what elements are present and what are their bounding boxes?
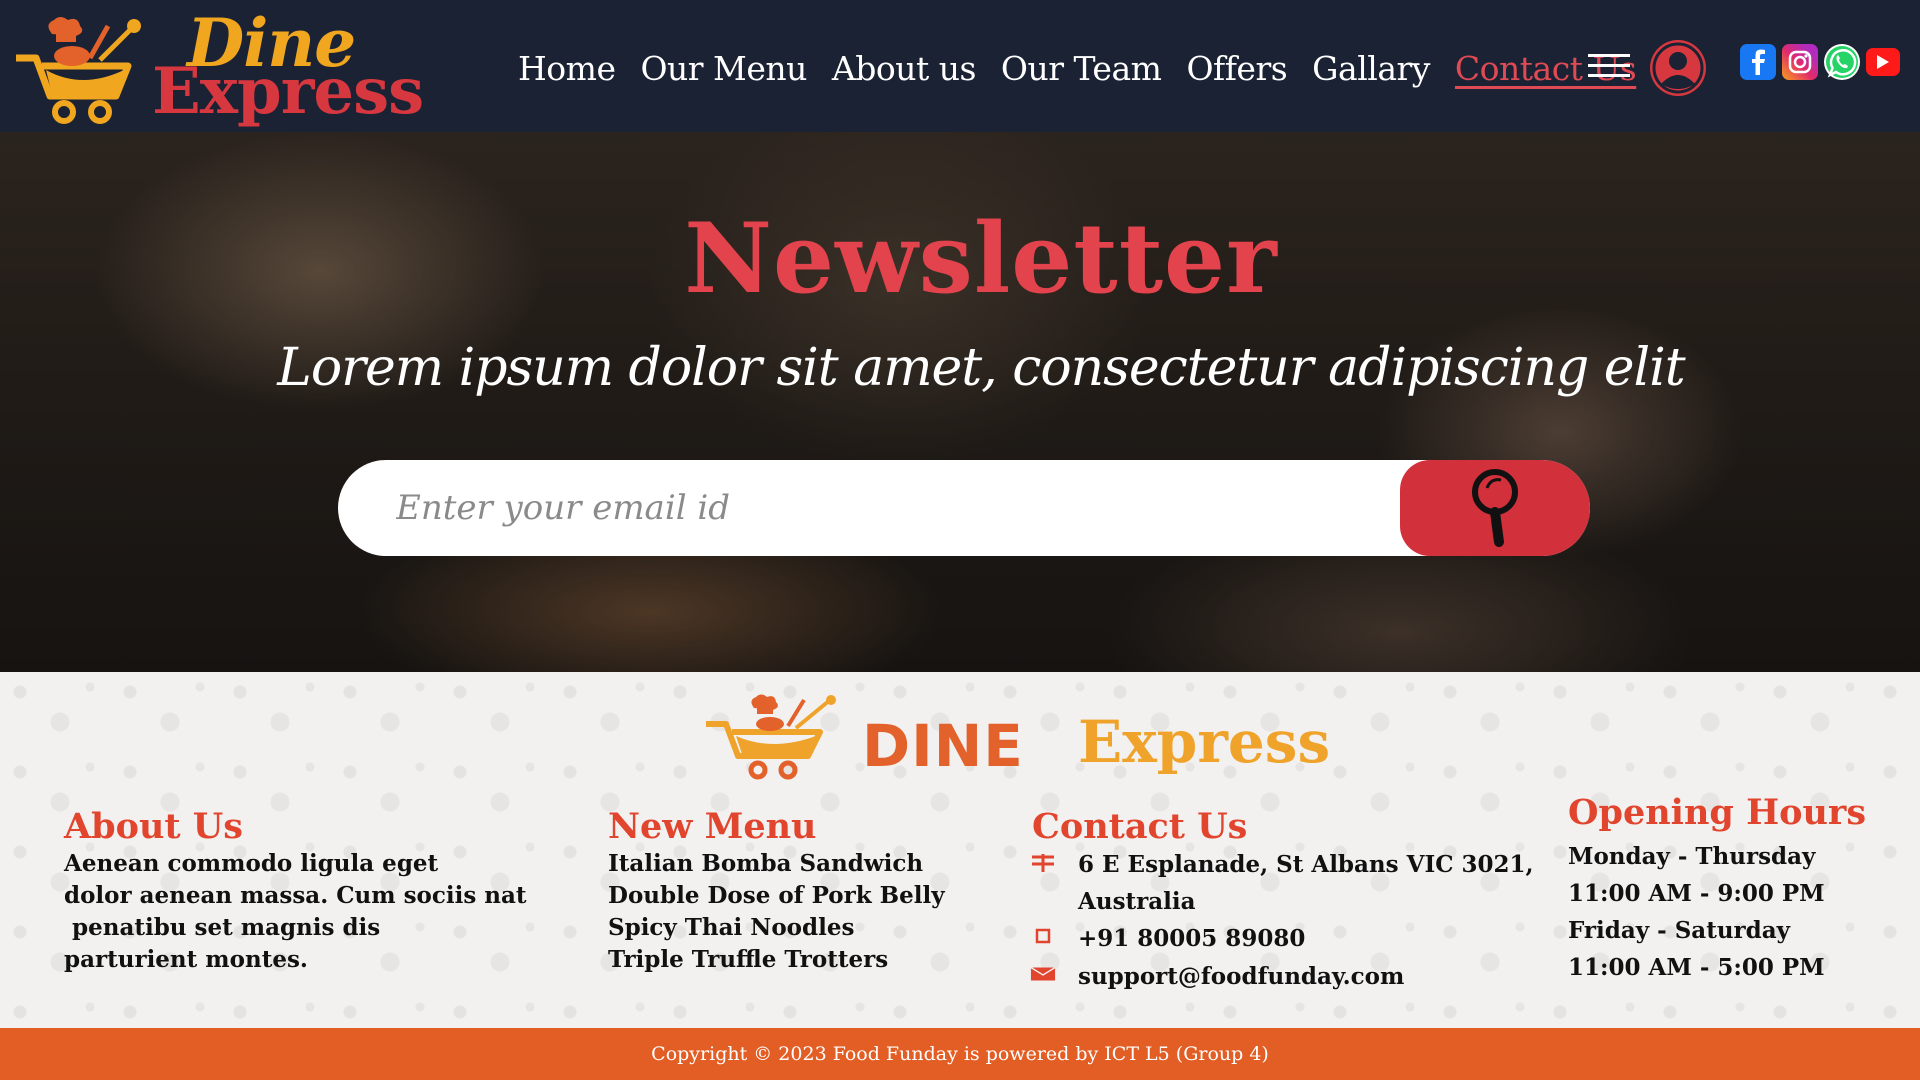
opening-hours-list: Monday - Thursday 11:00 AM - 9:00 PM Fri… xyxy=(1568,838,1825,986)
footer-logo-express: Express xyxy=(1078,708,1331,776)
footer-logo-dine: DINE xyxy=(862,712,1024,780)
about-line: penatibu set magnis dis xyxy=(64,914,381,941)
nav-our-team[interactable]: Our Team xyxy=(1001,49,1162,88)
nav-home[interactable]: Home xyxy=(518,49,616,88)
new-menu-list: Italian Bomba Sandwich Double Dose of Po… xyxy=(608,848,988,976)
address-line-2: Australia xyxy=(1078,888,1196,915)
contact-phone[interactable]: +91 80005 89080 xyxy=(1030,920,1305,957)
nav-about-us[interactable]: About us xyxy=(832,49,977,88)
site-header: Dine Express Home Our Menu About us Our … xyxy=(0,0,1920,132)
contact-address: 6 E Esplanade, St Albans VIC 3021, Austr… xyxy=(1030,846,1534,920)
phone-number: +91 80005 89080 xyxy=(1078,925,1306,952)
facebook-icon[interactable] xyxy=(1740,44,1776,80)
chef-cart-logo-icon xyxy=(706,694,836,780)
subscribe-button[interactable] xyxy=(1400,460,1590,556)
newsletter-form xyxy=(338,460,1590,556)
new-menu-heading: New Menu xyxy=(608,806,817,847)
address-line-1: 6 E Esplanade, St Albans VIC 3021, xyxy=(1078,851,1534,878)
mail-icon xyxy=(1030,963,1056,985)
opening-hours-heading: Opening Hours xyxy=(1568,792,1867,833)
nav-gallary[interactable]: Gallary xyxy=(1312,49,1430,88)
newsletter-title: Newsletter xyxy=(684,202,1278,315)
menu-item[interactable]: Italian Bomba Sandwich xyxy=(608,848,988,880)
email-address: support@foodfunday.com xyxy=(1078,963,1405,990)
menu-item[interactable]: Double Dose of Pork Belly xyxy=(608,880,988,912)
hours-row: 11:00 AM - 9:00 PM xyxy=(1568,880,1825,907)
main-nav: Home Our Menu About us Our Team Offers G… xyxy=(518,38,1661,98)
about-line: dolor aenean massa. Cum sociis nat xyxy=(64,882,527,909)
menu-item[interactable]: Triple Truffle Trotters xyxy=(608,944,988,976)
menu-item[interactable]: Spicy Thai Noodles xyxy=(608,912,988,944)
newsletter-subtitle: Lorem ipsum dolor sit amet, consectetur … xyxy=(277,338,1685,398)
about-us-heading: About Us xyxy=(64,806,243,847)
hours-row: Friday - Saturday xyxy=(1568,917,1791,944)
logo-text-express: Express xyxy=(152,54,424,129)
copyright-bar: Copyright © 2023 Food Funday is powered … xyxy=(0,1028,1920,1080)
newsletter-hero: Newsletter Lorem ipsum dolor sit amet, c… xyxy=(0,132,1920,672)
location-icon xyxy=(1030,851,1056,873)
search-icon xyxy=(1472,469,1518,547)
youtube-icon[interactable] xyxy=(1866,48,1900,76)
phone-icon xyxy=(1030,925,1056,947)
site-footer: DINE Express About Us Aenean commodo lig… xyxy=(0,672,1920,1028)
hours-row: 11:00 AM - 5:00 PM xyxy=(1568,954,1825,981)
about-line: Aenean commodo ligula eget xyxy=(64,850,439,877)
footer-logo[interactable]: DINE Express xyxy=(700,694,1380,784)
about-line: parturient montes. xyxy=(64,946,308,973)
nav-offers[interactable]: Offers xyxy=(1186,49,1287,88)
hamburger-icon[interactable] xyxy=(1588,54,1630,78)
contact-email[interactable]: support@foodfunday.com xyxy=(1030,958,1404,995)
contact-us-heading: Contact Us xyxy=(1032,806,1248,847)
social-links xyxy=(1740,44,1906,80)
nav-our-menu[interactable]: Our Menu xyxy=(640,49,807,88)
chef-cart-logo-icon xyxy=(16,17,141,124)
copyright-text: Copyright © 2023 Food Funday is powered … xyxy=(651,1043,1269,1065)
user-icon[interactable] xyxy=(1648,38,1708,98)
brand-logo[interactable]: Dine Express xyxy=(12,4,424,129)
about-us-text: Aenean commodo ligula eget dolor aenean … xyxy=(64,848,534,976)
hours-row: Monday - Thursday xyxy=(1568,843,1816,870)
instagram-icon[interactable] xyxy=(1782,44,1818,80)
email-input[interactable] xyxy=(394,460,1394,556)
whatsapp-icon[interactable] xyxy=(1824,44,1860,80)
